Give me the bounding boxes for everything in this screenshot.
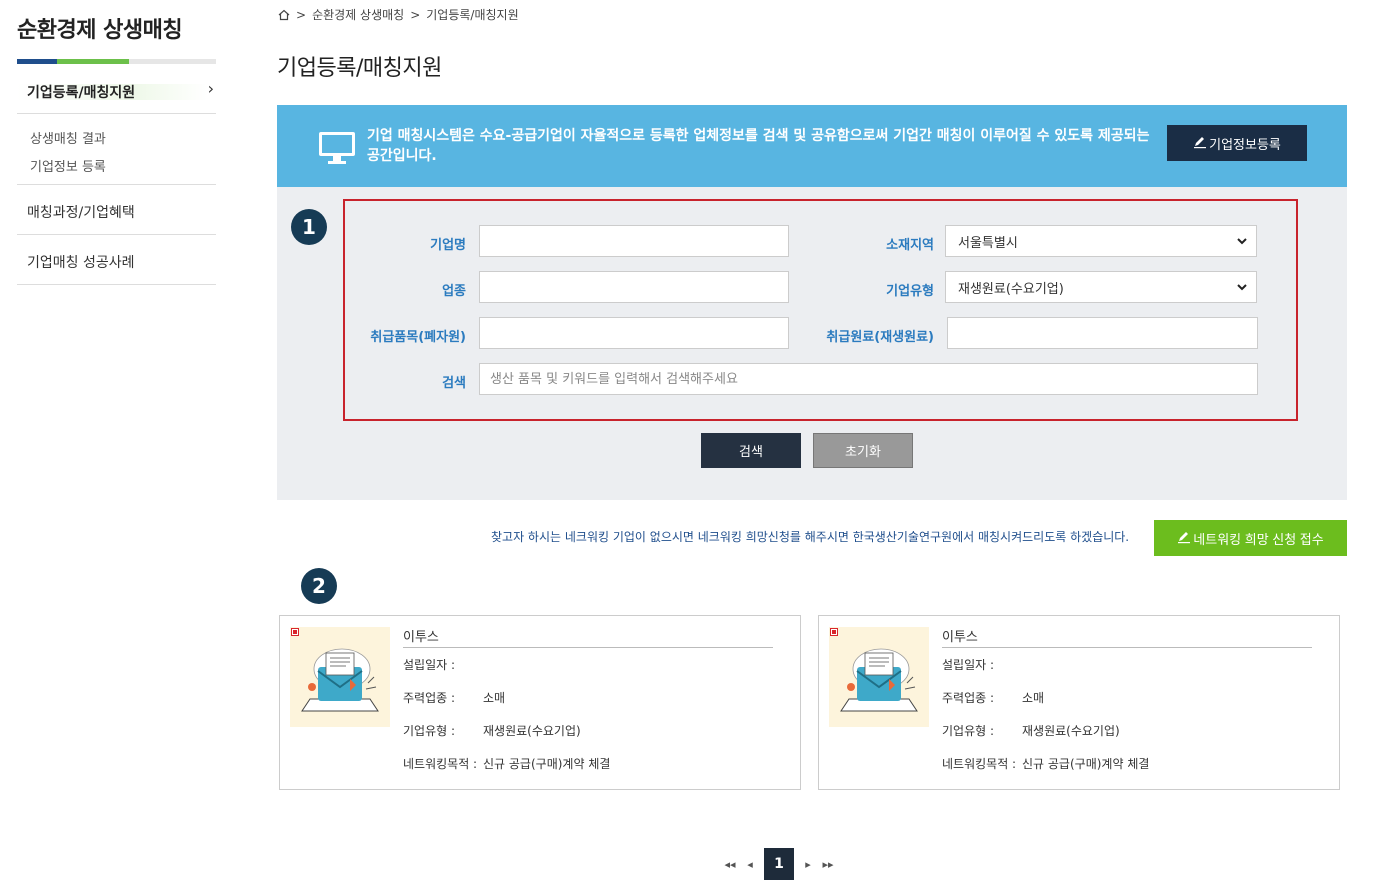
networking-request-button[interactable]: 네트워킹 희망 신청 접수 — [1154, 520, 1347, 556]
company-name-input[interactable] — [479, 225, 789, 257]
breadcrumb-item[interactable]: 기업등록/매칭지원 — [426, 6, 518, 23]
pagination: ◂◂ ◂ 1 ▸ ▸▸ — [720, 848, 838, 880]
breadcrumb-separator: > — [296, 7, 307, 22]
founding-date-row: 설립일자 : — [403, 658, 456, 672]
divider — [17, 184, 216, 185]
sidebar-sub-item-matching-results[interactable]: 상생매칭 결과 — [30, 128, 106, 147]
handled-items-label: 취급품목(폐자원) — [370, 330, 466, 345]
banner-text: 기업 매칭시스템은 수요-공급기업이 자율적으로 등록한 업체정보를 검색 및 … — [367, 128, 1150, 164]
company-name: 이투스 — [942, 630, 978, 645]
region-selected-value: 서울특별시 — [958, 235, 1018, 251]
chevron-down-icon — [1236, 235, 1248, 247]
chevron-right-icon: › — [207, 79, 214, 98]
sidebar-item-matching-process[interactable]: 매칭과정/기업혜택 — [27, 202, 135, 222]
sidebar-item-success-cases[interactable]: 기업매칭 성공사례 — [27, 252, 135, 272]
pencil-icon — [1193, 135, 1207, 152]
page-number-current[interactable]: 1 — [764, 848, 794, 880]
handled-materials-label: 취급원료(재생원료) — [826, 330, 934, 345]
handled-materials-input[interactable] — [947, 317, 1258, 349]
company-thumbnail — [290, 627, 390, 727]
breadcrumb-item[interactable]: 순환경제 상생매칭 — [312, 6, 404, 23]
keyword-search-input[interactable] — [479, 363, 1258, 395]
sidebar-item-company-registration[interactable]: 기업등록/매칭지원 › — [17, 76, 216, 114]
company-name-label: 기업명 — [430, 238, 466, 253]
industry-input[interactable] — [479, 271, 789, 303]
company-name: 이투스 — [403, 630, 439, 645]
region-label: 소재지역 — [886, 238, 934, 253]
new-indicator-icon — [830, 628, 838, 636]
pencil-icon — [1177, 530, 1191, 547]
next-page-icon[interactable]: ▸ — [798, 848, 818, 880]
main-industry-row: 주력업종 : 소매 — [403, 691, 506, 705]
section-number-badge: 1 — [291, 209, 327, 245]
breadcrumb-separator: > — [410, 7, 421, 22]
monitor-icon — [318, 129, 356, 167]
industry-label: 업종 — [442, 284, 466, 299]
company-type-select[interactable]: 재생원료(수요기업) — [945, 271, 1257, 303]
region-select[interactable]: 서울특별시 — [945, 225, 1257, 257]
handled-items-input[interactable] — [479, 317, 789, 349]
company-type-row: 기업유형 : 재생원료(수요기업) — [942, 724, 1120, 738]
networking-purpose-row: 네트워킹목적 : 신규 공급(구매)계약 체결 — [942, 757, 1150, 771]
company-thumbnail — [829, 627, 929, 727]
chevron-down-icon — [1236, 281, 1248, 293]
company-type-label: 기업유형 — [886, 284, 934, 299]
networking-notice: 찾고자 하시는 네크워킹 기업이 없으시면 네크워킹 희망신청를 해주시면 한국… — [491, 530, 1130, 544]
company-type-row: 기업유형 : 재생원료(수요기업) — [403, 724, 581, 738]
sidebar-title: 순환경제 상생매칭 — [17, 18, 183, 43]
home-icon[interactable] — [278, 9, 290, 21]
reset-button[interactable]: 초기화 — [813, 433, 913, 468]
new-indicator-icon — [291, 628, 299, 636]
section-number-badge: 2 — [301, 568, 337, 604]
company-card[interactable]: 이투스 설립일자 : 주력업종 : 소매 기업유형 : 재생원료(수요기업) 네트워… — [279, 615, 801, 790]
keyword-label: 검색 — [442, 376, 466, 391]
search-button[interactable]: 검색 — [701, 433, 801, 468]
networking-request-label: 네트워킹 희망 신청 접수 — [1193, 531, 1324, 547]
prev-page-icon[interactable]: ◂ — [740, 848, 760, 880]
company-info-register-label: 기업정보등록 — [1209, 136, 1281, 152]
page-title: 기업등록/매칭지원 — [277, 56, 442, 81]
search-panel: 1 기업명 소재지역 서울특별시 업종 기업유형 재생원료(수요기업) 취급품목… — [277, 187, 1347, 500]
search-form: 기업명 소재지역 서울특별시 업종 기업유형 재생원료(수요기업) 취급품목(폐… — [343, 199, 1298, 421]
company-card[interactable]: 이투스 설립일자 : 주력업종 : 소매 기업유형 : 재생원료(수요기업) 네트워… — [818, 615, 1340, 790]
sidebar-sub-item-company-info-registration[interactable]: 기업정보 등록 — [30, 156, 106, 175]
first-page-icon[interactable]: ◂◂ — [720, 848, 740, 880]
last-page-icon[interactable]: ▸▸ — [818, 848, 838, 880]
main-industry-row: 주력업종 : 소매 — [942, 691, 1045, 705]
divider — [403, 647, 773, 648]
breadcrumb: > 순환경제 상생매칭 > 기업등록/매칭지원 — [278, 6, 519, 23]
sidebar-item-label: 기업등록/매칭지원 — [27, 85, 136, 101]
info-banner: 기업 매칭시스템은 수요-공급기업이 자율적으로 등록한 업체정보를 검색 및 … — [277, 105, 1347, 187]
divider — [17, 284, 216, 285]
sidebar-title-underline — [17, 59, 216, 64]
networking-purpose-row: 네트워킹목적 : 신규 공급(구매)계약 체결 — [403, 757, 611, 771]
company-info-register-button[interactable]: 기업정보등록 — [1167, 125, 1307, 161]
divider — [942, 647, 1312, 648]
founding-date-row: 설립일자 : — [942, 658, 995, 672]
divider — [17, 234, 216, 235]
company-type-selected-value: 재생원료(수요기업) — [958, 281, 1064, 297]
